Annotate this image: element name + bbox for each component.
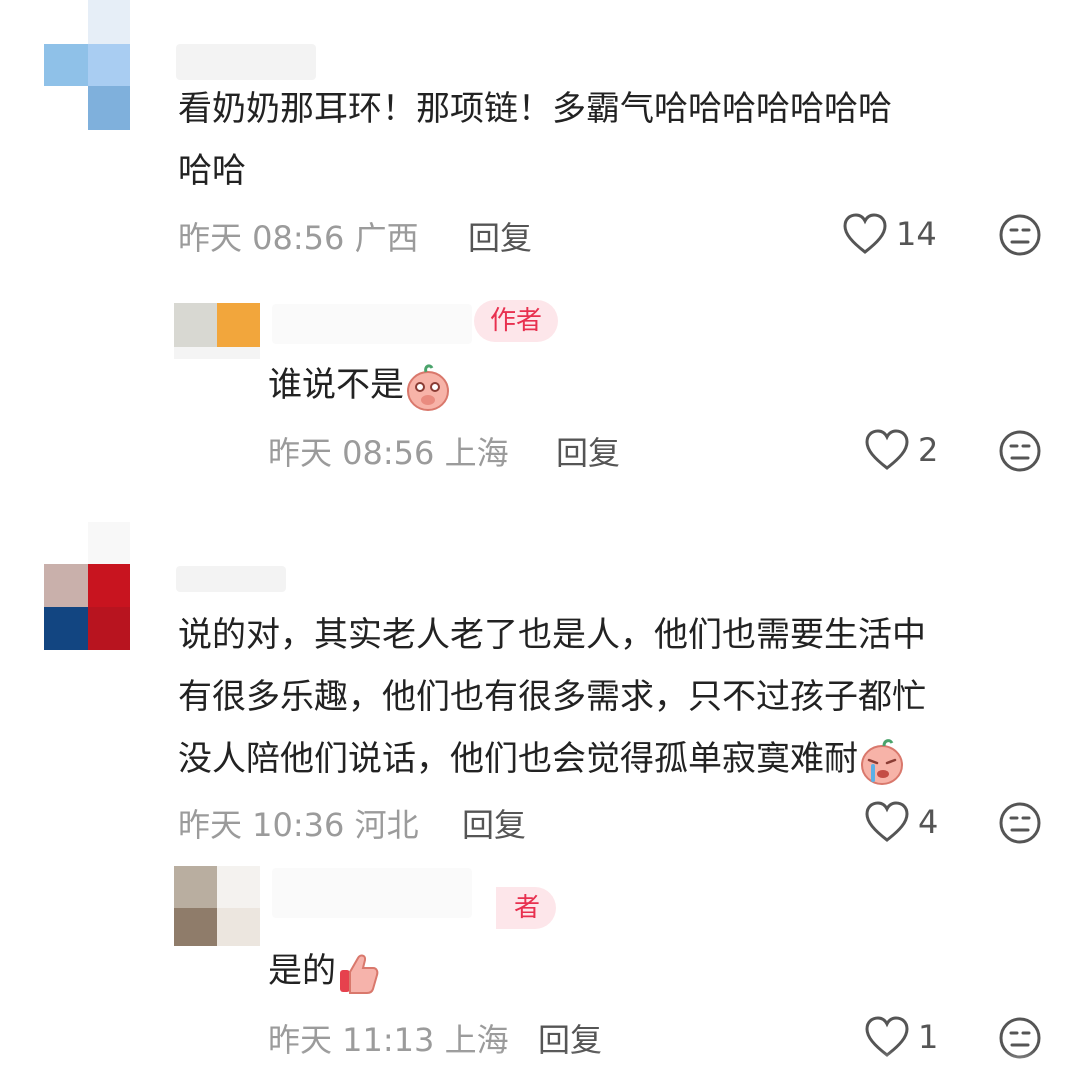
commenter-avatar[interactable] [44, 0, 130, 130]
like-count: 2 [918, 431, 939, 469]
author-badge: 作者 [474, 300, 559, 342]
author-name-blurred [272, 304, 472, 344]
comment-text-line: 哈哈 [178, 151, 246, 191]
bottom-fade [0, 1050, 1087, 1080]
like-button[interactable]: 4 [864, 800, 938, 844]
heart-icon [865, 801, 909, 842]
author-name-blurred [272, 868, 472, 918]
like-count: 4 [918, 803, 939, 841]
reply-text: 是的 [268, 940, 380, 1002]
comment-text-line: 没人陪他们说话，他们也会觉得孤单寂寞难耐 [178, 728, 906, 790]
commenter-name-blurred [176, 44, 316, 80]
like-button[interactable]: 14 [842, 212, 937, 256]
dislike-face-icon[interactable] [998, 429, 1042, 473]
author-avatar[interactable] [174, 866, 260, 946]
comment-text-line: 看奶奶那耳环！那项链！多霸气哈哈哈哈哈哈哈 [178, 89, 892, 129]
reply-button[interactable]: 回复 [462, 800, 526, 846]
heart-icon [843, 213, 887, 254]
reply-button[interactable]: 回复 [468, 213, 532, 259]
dislike-face-icon[interactable] [998, 801, 1042, 845]
reply-text: 谁说不是 [268, 354, 452, 416]
thumbs-up-icon [340, 954, 379, 994]
like-count: 14 [896, 215, 937, 253]
dislike-face-icon[interactable] [998, 213, 1042, 257]
commenter-name-blurred [176, 566, 286, 592]
comment-text-line: 说的对，其实老人老了也是人，他们也需要生活中 [178, 615, 926, 655]
peach-cover-mouth-icon [407, 363, 449, 411]
reply-time: 昨天 08:56 上海 [268, 434, 509, 472]
peach-crying-icon [861, 738, 903, 785]
comment-time: 昨天 08:56 广西 [178, 219, 419, 257]
heart-icon [865, 429, 909, 470]
comment-text-line: 有很多乐趣，他们也有很多需求，只不过孩子都忙 [178, 677, 926, 717]
author-avatar[interactable] [174, 303, 260, 359]
comment-time: 昨天 10:36 河北 [178, 806, 419, 844]
commenter-avatar[interactable] [44, 522, 130, 650]
reply-button[interactable]: 回复 [556, 428, 620, 474]
author-badge: 者 [496, 887, 557, 929]
like-button[interactable]: 2 [864, 428, 938, 472]
